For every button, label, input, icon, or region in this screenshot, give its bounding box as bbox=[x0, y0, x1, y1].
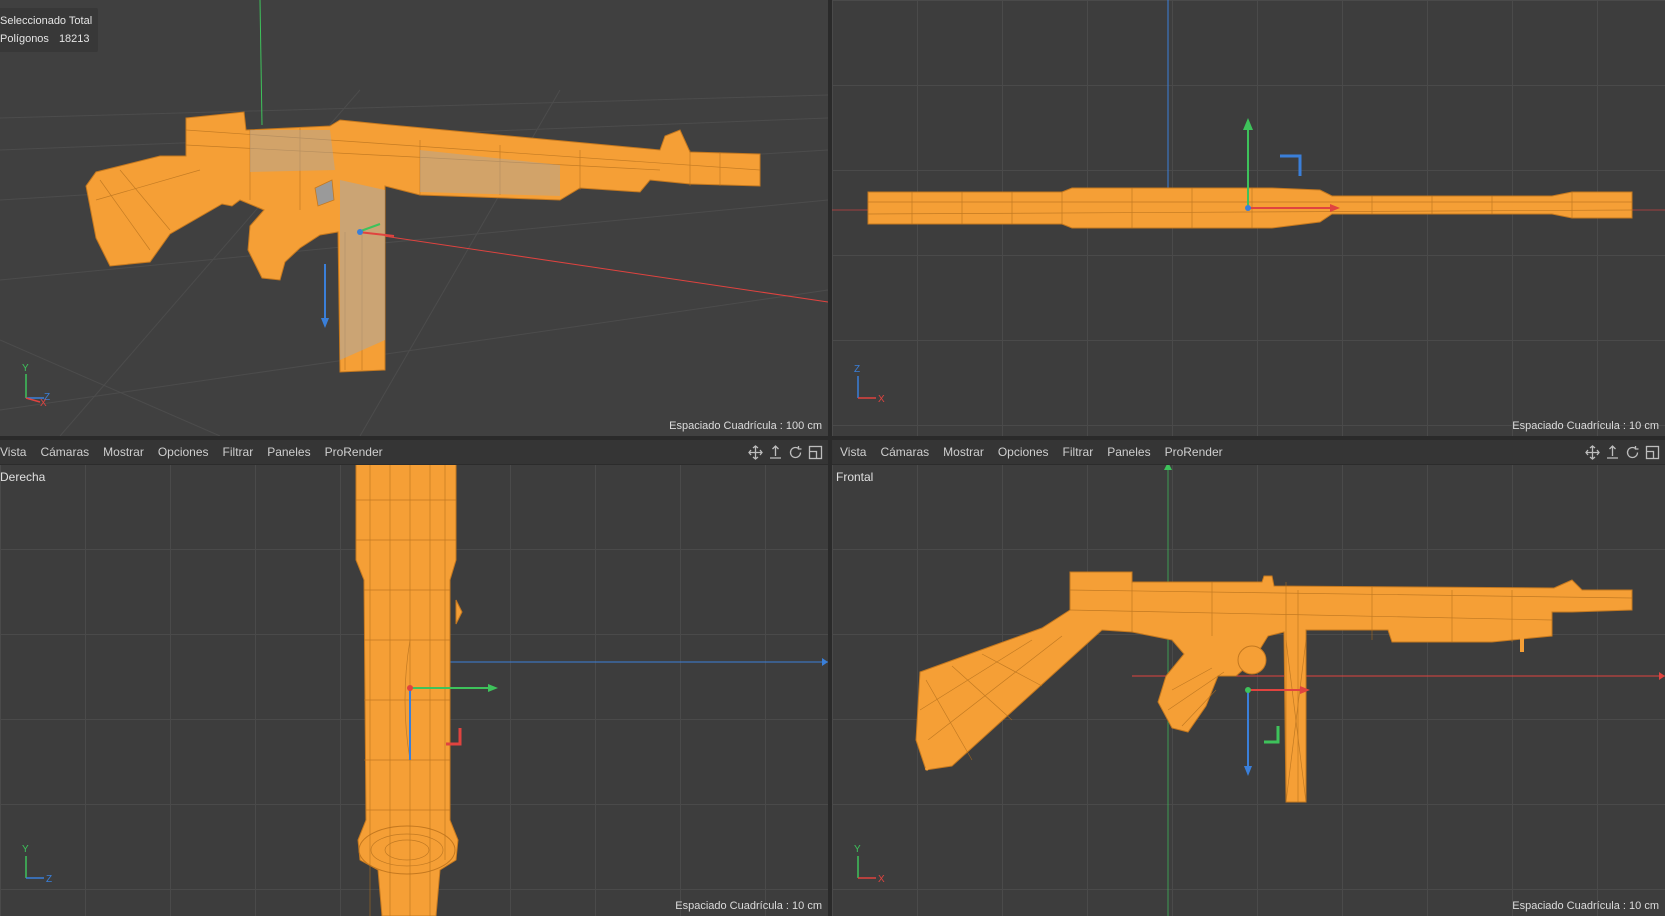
axis-gizmo-top: Z X bbox=[854, 364, 885, 405]
menu-camaras[interactable]: Cámaras bbox=[873, 445, 936, 459]
right-scene[interactable] bbox=[0, 440, 828, 916]
view-label-right: Derecha bbox=[0, 470, 46, 484]
polygon-count-label: Polígonos bbox=[0, 33, 49, 45]
rotate-view-icon[interactable] bbox=[787, 444, 804, 461]
dolly-view-icon[interactable] bbox=[1604, 444, 1621, 461]
viewport-perspective[interactable]: Seleccionado Total Polígonos 18213 Y Z X… bbox=[0, 0, 828, 436]
dolly-view-icon[interactable] bbox=[767, 444, 784, 461]
view-nav-icons bbox=[1584, 444, 1665, 461]
menu-vista[interactable]: Vista bbox=[832, 445, 873, 459]
viewport-divider-horizontal[interactable] bbox=[0, 436, 1665, 440]
axis-gizmo-right: Y Z bbox=[22, 844, 52, 885]
polygon-count-value: 18213 bbox=[58, 33, 90, 45]
grid-spacing-right: Espaciado Cuadrícula : 10 cm bbox=[675, 900, 822, 912]
axis-label-up: Y bbox=[854, 844, 861, 855]
selection-info-panel: Seleccionado Total Polígonos 18213 bbox=[0, 8, 99, 52]
grid-spacing-front: Espaciado Cuadrícula : 10 cm bbox=[1512, 900, 1659, 912]
axis-label-up: Z bbox=[854, 364, 860, 375]
gun-model-front bbox=[915, 571, 1633, 803]
viewport-divider-vertical[interactable] bbox=[828, 0, 832, 916]
move-view-icon[interactable] bbox=[1584, 444, 1601, 461]
view-nav-icons bbox=[747, 444, 828, 461]
menu-opciones[interactable]: Opciones bbox=[991, 445, 1056, 459]
axis-label-side: Z bbox=[46, 874, 52, 885]
polygon-count-row: Polígonos 18213 bbox=[0, 30, 92, 48]
menu-mostrar[interactable]: Mostrar bbox=[936, 445, 991, 459]
menu-filtrar[interactable]: Filtrar bbox=[216, 445, 261, 459]
rotate-view-icon[interactable] bbox=[1624, 444, 1641, 461]
info-header: Seleccionado Total bbox=[0, 15, 93, 27]
menubar-right: Vista Cámaras Mostrar Opciones Filtrar P… bbox=[0, 440, 828, 465]
menu-mostrar[interactable]: Mostrar bbox=[96, 445, 151, 459]
menu-filtrar[interactable]: Filtrar bbox=[1056, 445, 1101, 459]
viewport-top[interactable]: Z X Espaciado Cuadrícula : 10 cm bbox=[832, 0, 1665, 436]
axis-label-up: Y bbox=[22, 363, 29, 374]
viewport-front[interactable]: Vista Cámaras Mostrar Opciones Filtrar P… bbox=[832, 440, 1665, 916]
menubar-front: Vista Cámaras Mostrar Opciones Filtrar P… bbox=[832, 440, 1665, 465]
menu-opciones[interactable]: Opciones bbox=[151, 445, 216, 459]
axis-label-side: X bbox=[878, 394, 885, 405]
grid-spacing-top: Espaciado Cuadrícula : 10 cm bbox=[1512, 420, 1659, 432]
menu-vista[interactable]: Vista bbox=[0, 445, 33, 459]
axis-label-side: X bbox=[878, 874, 885, 885]
menu-paneles[interactable]: Paneles bbox=[260, 445, 317, 459]
menu-prorender[interactable]: ProRender bbox=[318, 445, 390, 459]
viewport-right[interactable]: Vista Cámaras Mostrar Opciones Filtrar P… bbox=[0, 440, 828, 916]
axis-gizmo-front: Y X bbox=[854, 844, 885, 885]
grid-spacing-perspective: Espaciado Cuadrícula : 100 cm bbox=[669, 420, 822, 432]
maximize-view-icon[interactable] bbox=[1644, 444, 1661, 461]
move-view-icon[interactable] bbox=[747, 444, 764, 461]
top-scene[interactable] bbox=[832, 0, 1665, 436]
menu-camaras[interactable]: Cámaras bbox=[33, 445, 96, 459]
view-label-front: Frontal bbox=[836, 470, 874, 484]
axis-label-b: X bbox=[40, 398, 47, 406]
maximize-view-icon[interactable] bbox=[807, 444, 824, 461]
axis-gizmo-perspective: Y Z X bbox=[22, 363, 50, 406]
menu-prorender[interactable]: ProRender bbox=[1158, 445, 1230, 459]
perspective-scene[interactable] bbox=[0, 0, 828, 436]
axis-label-up: Y bbox=[22, 844, 29, 855]
info-header-row: Seleccionado Total bbox=[0, 12, 92, 30]
front-scene[interactable] bbox=[832, 440, 1665, 916]
menu-paneles[interactable]: Paneles bbox=[1100, 445, 1157, 459]
